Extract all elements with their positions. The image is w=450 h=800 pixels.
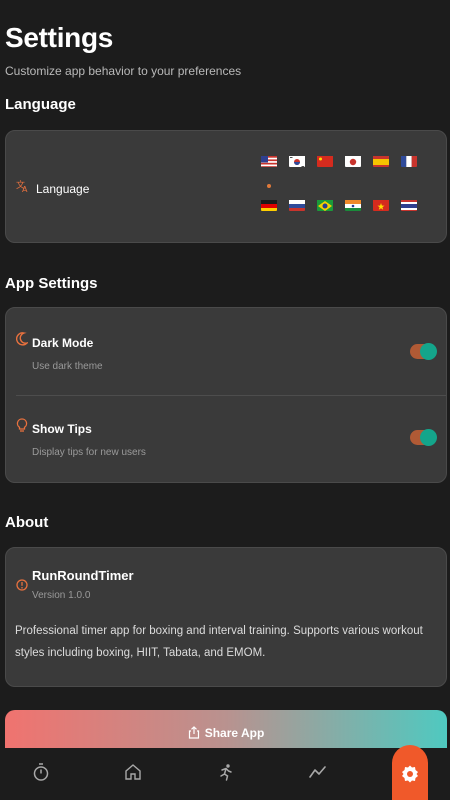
settings-icon [400, 764, 420, 789]
stats-icon [309, 765, 327, 784]
flag-kr[interactable] [289, 155, 305, 167]
flag-jp[interactable] [345, 155, 361, 167]
dark-mode-toggle[interactable] [410, 343, 437, 360]
timer-icon [32, 762, 50, 787]
flag-th[interactable] [401, 199, 417, 211]
app-version: Version 1.0.0 [32, 590, 91, 601]
moon-icon [16, 332, 30, 351]
page-subtitle: Customize app behavior to your preferenc… [5, 64, 242, 78]
toggle-knob [420, 429, 437, 446]
share-icon [188, 726, 200, 744]
home-icon [124, 763, 142, 786]
runner-icon [217, 763, 235, 786]
app-name: RunRoundTimer [32, 568, 134, 583]
translate-icon: 文 A [16, 179, 30, 198]
language-label: Language [36, 181, 90, 196]
flag-fr[interactable] [401, 155, 417, 167]
flag-es[interactable] [373, 155, 389, 167]
app-settings-section-title: App Settings [5, 275, 98, 292]
show-tips-description: Display tips for new users [32, 447, 146, 458]
flag-cn[interactable] [317, 155, 333, 167]
page-title: Settings [5, 22, 114, 53]
language-row[interactable]: 文 A Language [16, 179, 89, 198]
tab-settings[interactable] [392, 745, 428, 800]
language-section-title: Language [5, 96, 76, 113]
lightbulb-icon [16, 418, 28, 439]
app-description: Professional timer app for boxing and in… [15, 625, 423, 659]
tab-timer[interactable] [29, 762, 53, 786]
tab-workout[interactable] [214, 762, 238, 786]
show-tips-toggle[interactable] [410, 429, 437, 446]
svg-text:A: A [22, 185, 28, 193]
about-card: RunRoundTimer Version 1.0.0 Professional… [5, 547, 447, 687]
bottom-tab-bar [0, 748, 450, 800]
flag-in[interactable] [345, 199, 361, 211]
tab-home[interactable] [121, 762, 145, 786]
dark-mode-description: Use dark theme [32, 361, 103, 372]
flag-br[interactable] [317, 199, 333, 211]
selected-language-indicator [267, 184, 271, 188]
show-tips-label: Show Tips [32, 422, 92, 436]
flag-ru[interactable] [289, 199, 305, 211]
language-card: 文 A Language [5, 130, 447, 243]
show-tips-row: Show Tips Display tips for new users [6, 394, 446, 480]
app-settings-card: Dark Mode Use dark theme Show Tips Displ… [5, 307, 447, 483]
about-section-title: About [5, 514, 49, 531]
share-app-label: Share App [204, 726, 265, 740]
flag-vn[interactable] [373, 199, 389, 211]
flag-de[interactable] [261, 199, 277, 211]
dark-mode-row: Dark Mode Use dark theme [6, 308, 446, 394]
dark-mode-label: Dark Mode [32, 336, 94, 350]
tab-stats[interactable] [306, 762, 330, 786]
toggle-knob [420, 343, 437, 360]
flag-us[interactable] [261, 155, 277, 167]
info-icon [16, 578, 28, 596]
